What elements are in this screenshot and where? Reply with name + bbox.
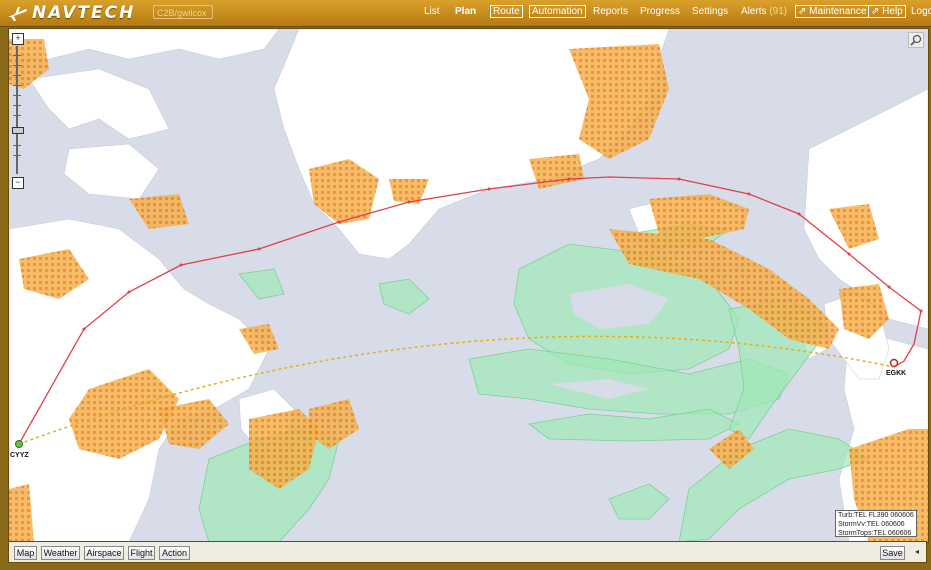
- user-field[interactable]: C2B/gwilcox: [153, 5, 213, 19]
- destination-airport-marker: [889, 358, 899, 368]
- alerts-count: (91): [769, 6, 788, 17]
- bottom-toolbar: Map Weather Airspace Flight Action Save …: [8, 541, 927, 563]
- legend-line-turbulence: Turb:TEL FL390 060606: [838, 512, 914, 519]
- map-canvas[interactable]: CYYZ EGKK: [8, 28, 929, 543]
- nav-plan[interactable]: Plan: [455, 0, 476, 26]
- zoom-tick: [13, 75, 21, 76]
- legend-line-storm-tops: StormTops:TEL 060606: [838, 529, 912, 537]
- alerts-label: Alerts: [741, 6, 767, 17]
- origin-airport-label: CYYZ: [10, 452, 29, 459]
- nav-settings[interactable]: Settings: [692, 0, 728, 26]
- zoom-control: + −: [12, 33, 26, 189]
- external-link-icon: ⇗: [871, 6, 880, 17]
- flight-button[interactable]: Flight: [128, 546, 155, 560]
- airspace-button[interactable]: Airspace: [84, 546, 124, 560]
- nav-automation[interactable]: Automation: [529, 5, 586, 18]
- help-label: Help: [882, 6, 903, 17]
- nav-help[interactable]: ⇗ Help: [868, 5, 906, 18]
- zoom-tick: [13, 85, 21, 86]
- external-link-icon: ⇗: [798, 6, 807, 17]
- weather-layer-legend: Turb:TEL FL390 060606 StormVv:TEL 060606…: [835, 510, 917, 537]
- top-navigation-bar: NAVTECH C2B/gwilcox List Plan Route Auto…: [0, 0, 931, 27]
- zoom-tick: [13, 115, 21, 116]
- zoom-slider-thumb[interactable]: [12, 127, 24, 134]
- navtech-logo[interactable]: NAVTECH: [6, 2, 135, 24]
- zoom-tick: [13, 105, 21, 106]
- nav-list[interactable]: List: [424, 0, 440, 26]
- airplane-icon: [8, 7, 27, 21]
- map-button[interactable]: Map: [14, 546, 37, 560]
- nav-reports[interactable]: Reports: [593, 0, 628, 26]
- zoom-tick: [13, 55, 21, 56]
- legend-line-storm-vv: StormVv:TEL 060606: [838, 520, 905, 528]
- destination-airport-label: EGKK: [886, 370, 906, 377]
- weather-button[interactable]: Weather: [41, 546, 80, 560]
- zoom-in-button[interactable]: +: [12, 33, 24, 45]
- collapse-arrow-icon[interactable]: ◂: [915, 547, 919, 556]
- zoom-tick: [13, 145, 21, 146]
- map-svg: CYYZ EGKK: [9, 29, 928, 542]
- zoom-tick: [13, 155, 21, 156]
- zoom-tick: [13, 65, 21, 66]
- logo-text: NAVTECH: [32, 3, 136, 23]
- maintenance-label: Maintenance: [809, 6, 867, 17]
- zoom-tick: [13, 95, 21, 96]
- action-button[interactable]: Action: [159, 546, 190, 560]
- origin-airport-marker: [15, 440, 23, 448]
- nav-route[interactable]: Route: [490, 5, 523, 18]
- nav-progress[interactable]: Progress: [640, 0, 680, 26]
- zoom-out-button[interactable]: −: [12, 177, 24, 189]
- nav-logout[interactable]: Logo: [911, 0, 931, 26]
- save-button[interactable]: Save: [880, 546, 905, 560]
- magnifier-icon[interactable]: [908, 32, 924, 48]
- nav-maintenance[interactable]: ⇗ Maintenance: [795, 5, 870, 18]
- nav-alerts[interactable]: Alerts (91): [741, 0, 787, 26]
